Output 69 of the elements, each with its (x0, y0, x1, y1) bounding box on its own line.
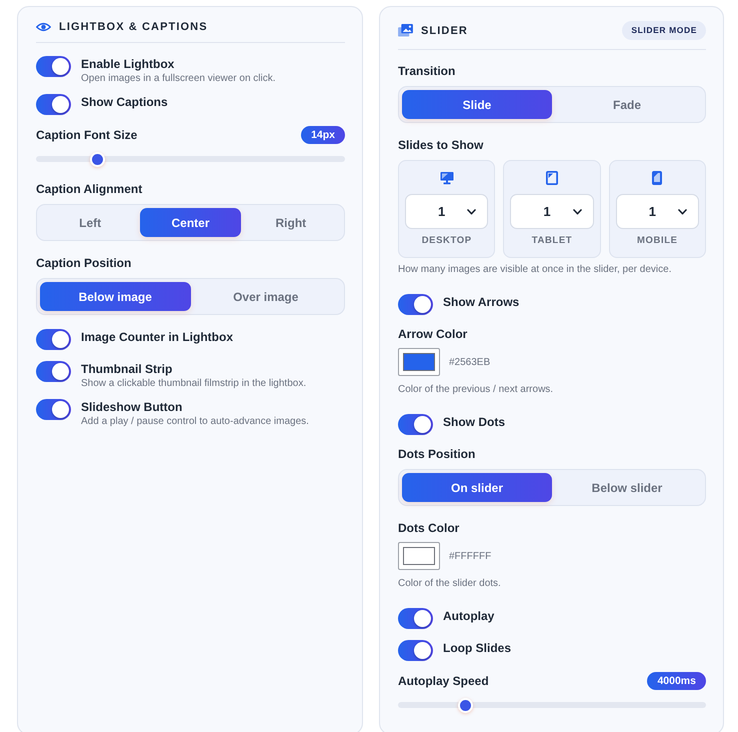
toggle-switch[interactable] (36, 56, 71, 77)
segment-button[interactable]: Below image (40, 282, 190, 311)
chevron-down-icon (572, 208, 582, 214)
chevron-down-icon (467, 208, 476, 214)
toggle-description: Open images in a fullscreen viewer on click. (81, 73, 276, 85)
color-value: #FFFFFF (449, 550, 492, 562)
toggle-label: Show Arrows (443, 294, 520, 311)
toggle-label: Show Dots (443, 414, 505, 431)
toggle-label: Loop Slides (443, 640, 512, 657)
count-select[interactable]: 1 (616, 194, 699, 229)
segment-button[interactable]: Over image (190, 282, 341, 311)
toggle-switch[interactable] (398, 414, 433, 435)
panel-title: LIGHTBOX & CAPTIONS (59, 21, 208, 33)
panel-title: SLIDER (421, 24, 468, 36)
toggle-switch[interactable] (36, 361, 71, 382)
field-label: Dots Position (398, 446, 476, 462)
color-picker[interactable] (398, 542, 440, 570)
toggle-switch[interactable] (398, 640, 433, 661)
device-label: DESKTOP (422, 234, 472, 247)
toggle-switch[interactable] (398, 294, 433, 315)
toggle-switch[interactable] (36, 329, 71, 350)
help-text: Color of the previous / next arrows. (398, 383, 554, 397)
field-label: Autoplay Speed (398, 673, 489, 689)
device-label: MOBILE (637, 234, 678, 247)
segment-button[interactable]: Center (140, 208, 241, 237)
toggle-description: Show a clickable thumbnail filmstrip in the lightbox. (81, 378, 306, 390)
field-label: Dots Color (398, 520, 460, 536)
toggle-label: Thumbnail Strip (81, 361, 172, 378)
field-label: Caption Alignment (36, 181, 144, 197)
segment-button[interactable]: Below slider (552, 473, 702, 502)
toggle-label: Image Counter in Lightbox (81, 329, 233, 346)
toggle-label: Show Captions (81, 94, 168, 111)
color-value: #2563EB (449, 356, 490, 368)
eye-icon (36, 22, 51, 32)
toggle-description: Add a play / pause control to auto-advance images. (81, 416, 309, 428)
toggle-label: Enable Lightbox (81, 56, 174, 73)
segment-button[interactable]: On slider (402, 473, 552, 502)
slider-thumb[interactable] (458, 698, 474, 712)
monitor-icon (440, 171, 454, 185)
toggle-switch[interactable] (36, 94, 71, 115)
phone-icon (652, 171, 662, 185)
toggle-label: Autoplay (443, 608, 494, 625)
value-badge: 14px (301, 126, 345, 144)
slider-track[interactable] (398, 697, 706, 713)
help-text: How many images are visible at once in the slider, per device. (398, 263, 672, 277)
field-label: Slides to Show (398, 137, 484, 153)
image-stack-icon (398, 24, 413, 37)
slider-thumb[interactable] (90, 152, 106, 166)
field-label: Caption Font Size (36, 127, 138, 143)
segment-button[interactable]: Fade (552, 90, 702, 119)
field-label: Caption Position (36, 255, 132, 271)
toggle-switch[interactable] (36, 399, 71, 420)
count-select[interactable]: 1 (405, 194, 488, 229)
mode-badge: SLIDER MODE (622, 21, 706, 40)
segment-button[interactable]: Slide (402, 90, 552, 119)
tablet-icon (546, 171, 558, 185)
help-text: Color of the slider dots. (398, 577, 502, 591)
slider-track[interactable] (36, 151, 345, 167)
toggle-switch[interactable] (398, 608, 433, 629)
segment-button[interactable]: Left (40, 208, 140, 237)
chevron-down-icon (678, 208, 687, 214)
field-label: Arrow Color (398, 326, 468, 342)
field-label: Transition (398, 63, 456, 79)
value-badge: 4000ms (647, 672, 706, 690)
color-picker[interactable] (398, 348, 440, 376)
toggle-label: Slideshow Button (81, 399, 182, 416)
device-label: TABLET (532, 234, 572, 247)
count-select[interactable]: 1 (510, 194, 594, 229)
segment-button[interactable]: Right (240, 208, 341, 237)
